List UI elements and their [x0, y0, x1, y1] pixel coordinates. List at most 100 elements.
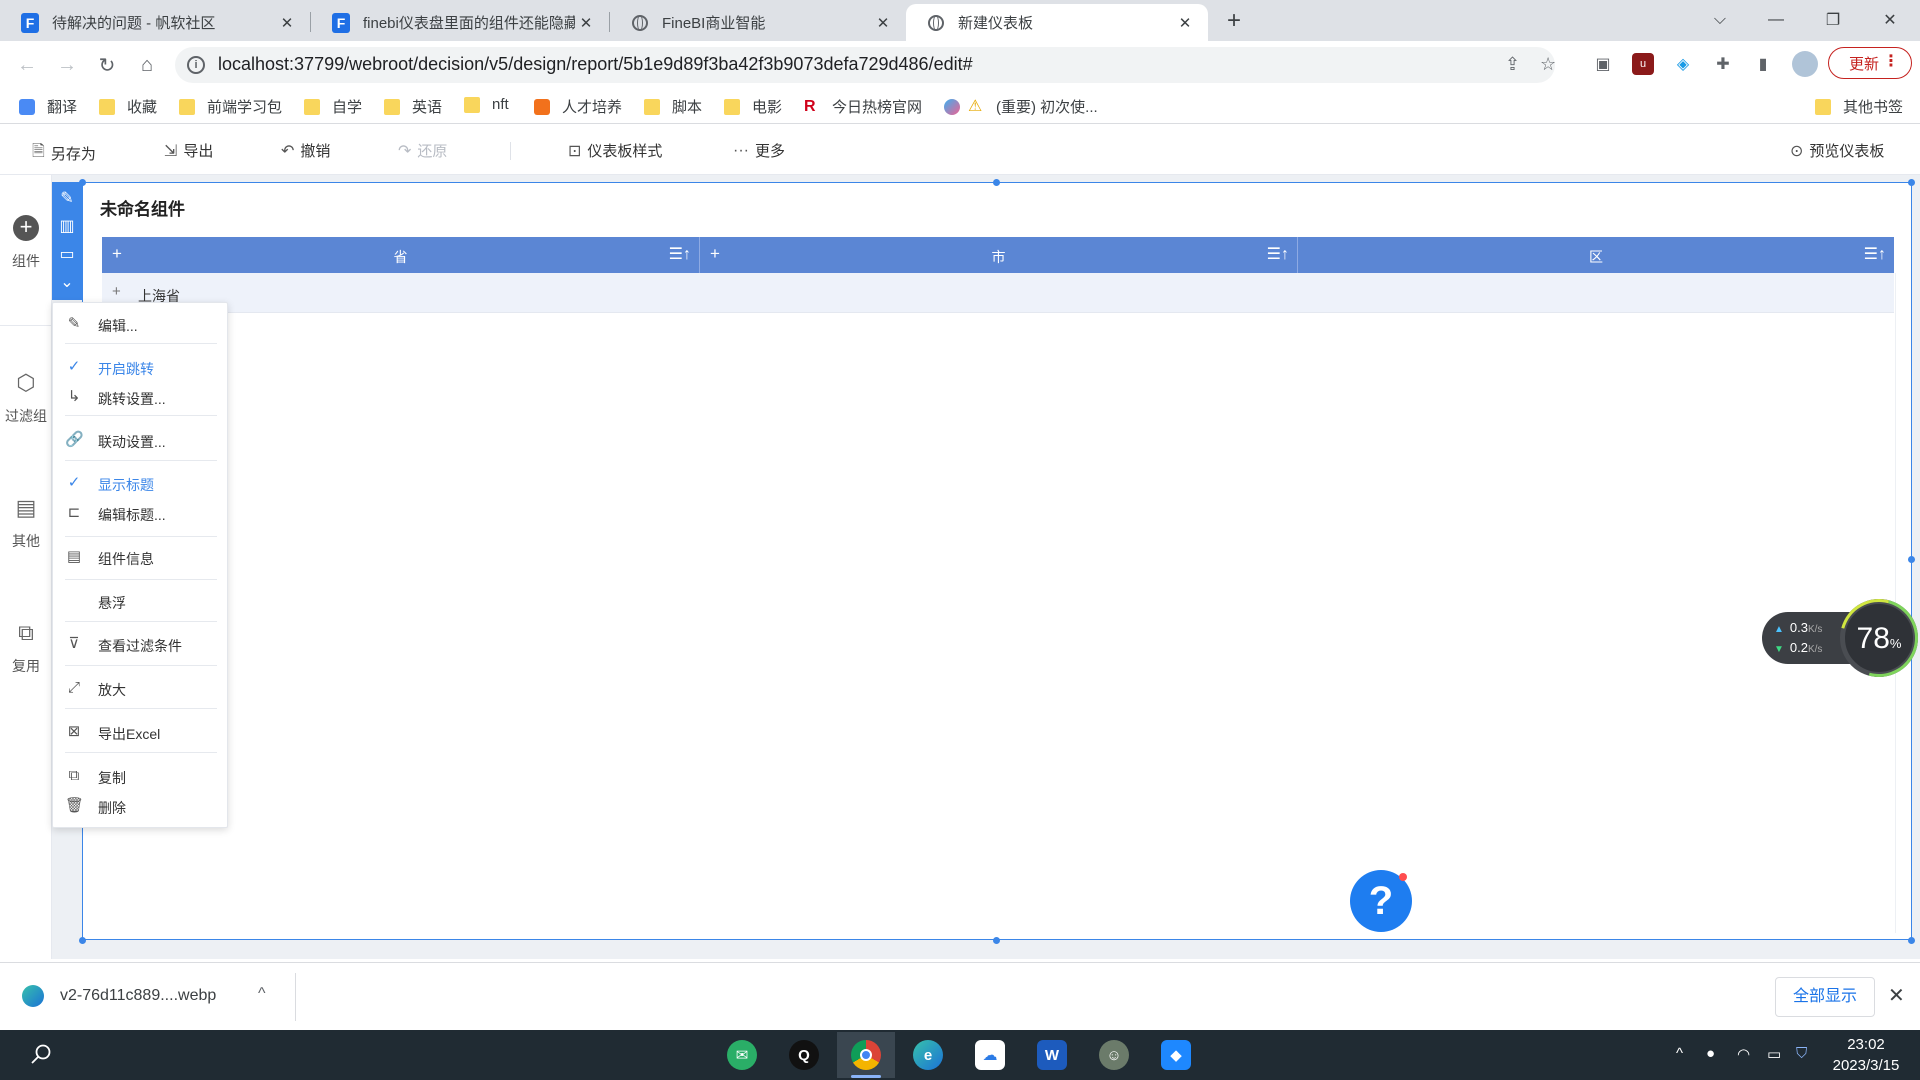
sidebar-item-other[interactable]: ▤ 其他	[0, 495, 52, 551]
menu-item-view-filters[interactable]: ⊽ 查看过滤条件	[53, 632, 229, 658]
bookmark-other[interactable]: 其他书签	[1815, 96, 1903, 117]
menu-item-enable-jump[interactable]: ✓ 开启跳转	[53, 355, 229, 381]
bookmark-folder[interactable]: 脚本	[644, 96, 702, 117]
bookmark-talent[interactable]: 人才培养	[534, 96, 622, 117]
close-icon[interactable]: ✕	[872, 12, 894, 34]
battery-icon[interactable]: ▭	[1767, 1045, 1781, 1063]
browser-tab-active[interactable]: 新建仪表板 ✕	[906, 4, 1208, 41]
edge-icon[interactable]: e	[899, 1032, 957, 1078]
chevron-down-circle-icon[interactable]: ⌄	[52, 268, 82, 296]
export-button[interactable]: ⇲ 导出	[164, 140, 213, 161]
ublock-shield-icon[interactable]: u	[1632, 53, 1654, 75]
minimize-button[interactable]: —	[1756, 6, 1796, 34]
search-icon[interactable]	[30, 1043, 52, 1065]
shield-extension-icon[interactable]: ◈	[1672, 53, 1694, 75]
chrome-icon[interactable]	[837, 1032, 895, 1078]
menu-item-zoom[interactable]: ⤢ 放大	[53, 676, 229, 702]
menu-item-show-title[interactable]: ✓ 显示标题	[53, 471, 229, 497]
site-info-icon[interactable]: i	[187, 56, 205, 74]
word-icon[interactable]: W	[1023, 1032, 1081, 1078]
bookmark-folder[interactable]: 英语	[384, 96, 442, 117]
sort-icon[interactable]: ☰↑	[1267, 244, 1289, 264]
profile-avatar[interactable]	[1792, 51, 1818, 77]
bookmark-folder[interactable]: 电影	[724, 96, 782, 117]
bar-chart-icon[interactable]: ▥	[52, 212, 82, 240]
close-icon[interactable]: ✕	[1174, 12, 1196, 34]
comment-icon[interactable]: ▭	[52, 240, 82, 268]
widget-title[interactable]: 未命名组件	[100, 195, 185, 220]
restore-button[interactable]: ❐	[1813, 6, 1853, 34]
share-icon[interactable]: ⇪	[1505, 54, 1520, 75]
undo-button[interactable]: ↶ 撤销	[281, 140, 330, 161]
column-header[interactable]: + 市 ☰↑	[700, 237, 1297, 273]
show-all-button[interactable]: 全部显示	[1775, 977, 1875, 1017]
forward-arrow-icon[interactable]: →	[51, 49, 83, 81]
browser-tab-3[interactable]: FineBI商业智能 ✕	[610, 4, 906, 41]
menu-item-widget-info[interactable]: ▤ 组件信息	[53, 545, 229, 571]
extension-game-icon[interactable]: ▣	[1592, 53, 1614, 75]
bookmark-folder[interactable]: 自学	[304, 96, 362, 117]
close-icon[interactable]: ✕	[575, 12, 597, 34]
expand-plus-icon[interactable]: +	[112, 283, 121, 300]
bookmark-important[interactable]: ⚠ (重要) 初次使...	[944, 96, 1098, 117]
chevron-up-icon[interactable]: ^	[1676, 1045, 1683, 1062]
reload-icon[interactable]: ↻	[91, 49, 123, 81]
preview-dashboard-button[interactable]: ⊙ 预览仪表板	[1790, 140, 1884, 161]
resize-handle[interactable]	[79, 937, 86, 944]
column-header[interactable]: 区 ☰↑	[1298, 237, 1894, 273]
save-as-button[interactable]: 🗎 另存为	[32, 140, 96, 167]
window-close-button[interactable]: ✕	[1870, 6, 1910, 34]
home-icon[interactable]: ⌂	[131, 49, 163, 81]
system-clock[interactable]: 23:02 2023/3/15	[1820, 1034, 1912, 1076]
feishu-icon[interactable]: ◆	[1147, 1032, 1205, 1078]
baidu-netdisk-icon[interactable]: ☁	[961, 1032, 1019, 1078]
close-icon[interactable]: ✕	[276, 12, 298, 34]
close-icon[interactable]: ✕	[1888, 983, 1905, 1008]
resize-handle[interactable]	[1908, 937, 1915, 944]
edit-icon[interactable]: ✎	[52, 184, 82, 212]
qq-icon[interactable]: Q	[775, 1032, 833, 1078]
resize-handle[interactable]	[1908, 179, 1915, 186]
bookmark-folder[interactable]: 前端学习包	[179, 96, 282, 117]
resize-handle[interactable]	[993, 937, 1000, 944]
update-button[interactable]: 更新 ⋮	[1828, 47, 1912, 79]
menu-item-linkage-settings[interactable]: 🔗 联动设置...	[53, 428, 229, 454]
bookmark-folder[interactable]: 收藏	[99, 96, 157, 117]
wifi-icon[interactable]: ◠	[1737, 1045, 1750, 1063]
menu-item-edit-title[interactable]: ⊏ 编辑标题...	[53, 501, 229, 527]
more-button[interactable]: ··· 更多	[733, 140, 785, 161]
bookmark-folder[interactable]: nft	[464, 96, 509, 113]
sidebar-item-component[interactable]: + 组件	[0, 215, 52, 271]
dashboard-style-button[interactable]: ⊡ 仪表板样式	[568, 140, 662, 161]
bookmark-translate[interactable]: 翻译	[19, 96, 77, 117]
chevron-up-icon[interactable]: ^	[258, 985, 266, 1003]
qq-tray-icon[interactable]: ●	[1706, 1045, 1715, 1062]
sidebar-item-filter[interactable]: ⬡ 过滤组	[0, 370, 52, 426]
address-bar[interactable]: i localhost:37799/webroot/decision/v5/de…	[175, 47, 1556, 83]
resize-handle[interactable]	[1908, 556, 1915, 563]
new-tab-button[interactable]: +	[1222, 9, 1246, 33]
star-bookmark-icon[interactable]: ☆	[1540, 54, 1556, 75]
browser-tab-1[interactable]: F 待解决的问题 - 帆软社区 ✕	[0, 4, 310, 41]
back-arrow-icon[interactable]: ←	[11, 49, 43, 81]
security-shield-icon[interactable]: ⛉	[1796, 1045, 1807, 1062]
sort-icon[interactable]: ☰↑	[669, 244, 691, 264]
menu-item-export-excel[interactable]: ⊠ 导出Excel	[53, 720, 229, 746]
menu-item-copy[interactable]: ⧉ 复制	[53, 764, 229, 790]
side-panel-icon[interactable]: ▮	[1752, 53, 1774, 75]
sort-icon[interactable]: ☰↑	[1864, 244, 1886, 264]
memory-usage-ring[interactable]: 78%	[1825, 584, 1920, 692]
download-item[interactable]: v2-76d11c889....webp	[22, 985, 216, 1007]
tab-search-chevron-icon[interactable]: ⌵	[1700, 6, 1740, 34]
menu-item-delete[interactable]: 🗑 删除	[53, 794, 229, 820]
menu-item-jump-settings[interactable]: ↳ 跳转设置...	[53, 385, 229, 411]
puzzle-extensions-icon[interactable]: ✚	[1712, 53, 1734, 75]
bookmark-tophub[interactable]: R 今日热榜官网	[804, 96, 922, 117]
avatar-app-icon[interactable]: ☺	[1085, 1032, 1143, 1078]
menu-item-edit[interactable]: ✎ 编辑...	[53, 312, 229, 338]
redo-button[interactable]: ↷ 还原	[398, 140, 447, 161]
column-header[interactable]: + 省 ☰↑	[102, 237, 699, 273]
wechat-icon[interactable]: ✉	[713, 1032, 771, 1078]
menu-item-float[interactable]: 悬浮	[53, 589, 229, 615]
resize-handle[interactable]	[993, 179, 1000, 186]
